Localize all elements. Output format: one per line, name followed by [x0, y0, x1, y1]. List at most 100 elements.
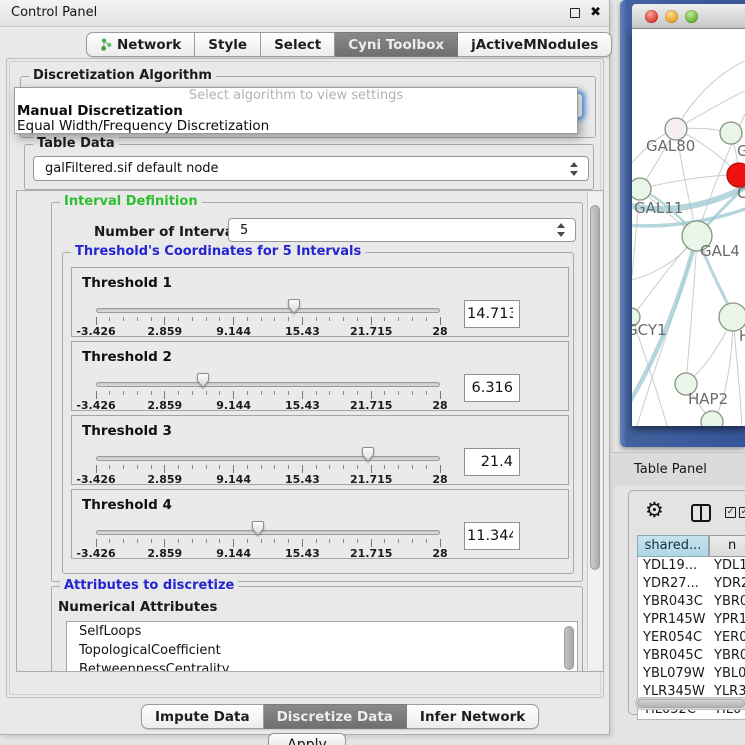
- table-row[interactable]: YDL19...YDL1: [638, 557, 745, 575]
- settings-scroll-area: Interval Definition Number of Intervals …: [16, 190, 604, 672]
- slider-track[interactable]: [96, 530, 440, 535]
- table-data-value: galFiltered.sif default node: [45, 157, 219, 180]
- combo-arrows-icon: [570, 162, 579, 176]
- numerical-attributes-list[interactable]: SelfLoops TopologicalCoefficient Between…: [66, 621, 578, 672]
- tab-infer-network[interactable]: Infer Network: [407, 704, 539, 729]
- table-row[interactable]: YDR27...YDR2: [638, 575, 745, 593]
- close-panel-icon[interactable]: ✖: [590, 4, 601, 22]
- threshold-2-slider[interactable]: -3.426 2.859 9.144 15.43 21.715 28: [96, 342, 440, 412]
- combo-arrows-icon: [557, 223, 566, 237]
- slider-tick-labels: -3.426 2.859 9.144 15.43 21.715 28: [96, 325, 440, 337]
- slider-ticks: [96, 391, 440, 399]
- threshold-2-value-input[interactable]: [464, 374, 520, 402]
- table-horizontal-scrollbar[interactable]: [635, 697, 745, 710]
- threshold-4-slider[interactable]: -3.426 2.859 9.144 15.43 21.715 28: [96, 490, 440, 560]
- slider-ticks: [96, 465, 440, 473]
- slider-thumb[interactable]: [361, 446, 375, 463]
- list-item[interactable]: BetweennessCentrality: [67, 660, 577, 672]
- slider-thumb[interactable]: [196, 372, 210, 389]
- checkbox-icon[interactable]: ✓: [739, 507, 745, 518]
- control-panel-tabs: Network Style Select Cyni Toolbox jActiv…: [86, 32, 612, 57]
- slider-thumb[interactable]: [251, 520, 265, 537]
- number-of-intervals-value: 5: [240, 219, 248, 242]
- tab-style[interactable]: Style: [195, 32, 261, 57]
- control-panel-title: Control Panel: [11, 0, 97, 26]
- table-data-group: Table Data galFiltered.sif default node: [24, 144, 594, 190]
- slider-thumb[interactable]: [287, 298, 301, 315]
- interval-definition-group: Interval Definition Number of Intervals …: [51, 202, 583, 582]
- screen: Control Panel ✖ Network Style Select Cyn…: [0, 0, 745, 745]
- threshold-2-panel: Threshold 2 -3.426 2.859: [71, 341, 569, 411]
- table-panel-window: ⚙ ✓ ✓ shared... n YDL19...YDL1 YDR27...Y…: [628, 490, 745, 715]
- tab-select[interactable]: Select: [261, 32, 335, 57]
- column-header-name[interactable]: n: [709, 535, 745, 557]
- popup-option-equal-width-frequency[interactable]: Equal Width/Frequency Discretization: [15, 119, 577, 134]
- minimize-traffic-light[interactable]: [665, 10, 678, 23]
- node-label: HAP2: [688, 390, 728, 408]
- column-header-shared-name[interactable]: shared...: [637, 535, 709, 557]
- network-node-bottom[interactable]: [701, 411, 723, 426]
- node-label: GAL4: [700, 242, 740, 260]
- popup-option-manual-discretization[interactable]: Manual Discretization: [15, 104, 577, 119]
- node-label: C: [737, 184, 745, 202]
- checkbox-icon[interactable]: ✓: [725, 507, 736, 518]
- table-row[interactable]: YER054CYER0: [638, 629, 745, 647]
- slider-ticks: [96, 539, 440, 547]
- threshold-4-value-input[interactable]: [464, 522, 520, 550]
- control-panel-titlebar: Control Panel ✖: [0, 0, 609, 27]
- list-scrollbar-thumb[interactable]: [564, 626, 574, 670]
- split-columns-icon[interactable]: [691, 504, 711, 522]
- network-canvas[interactable]: GAL80 G C GAL11 GAL4 GCY1 H HAP2: [632, 29, 745, 426]
- apply-button[interactable]: Apply: [268, 733, 346, 745]
- slider-track[interactable]: [96, 456, 440, 461]
- tab-discretize-data[interactable]: Discretize Data: [264, 704, 407, 729]
- table-row[interactable]: YBR043CYBR0: [638, 593, 745, 611]
- node-label: H: [739, 327, 745, 345]
- list-item[interactable]: TopologicalCoefficient: [67, 641, 577, 660]
- number-of-intervals-combobox[interactable]: 5: [228, 218, 576, 242]
- popup-hint: Select algorithm to view settings: [15, 88, 577, 104]
- attributes-group-title: Attributes to discretize: [60, 578, 238, 593]
- threshold-1-value-input[interactable]: [464, 300, 520, 328]
- table-row[interactable]: YBL079WYBL0: [638, 665, 745, 683]
- thresholds-group-title: Threshold's Coordinates for 5 Intervals: [71, 244, 365, 259]
- network-view-window: GAL80 G C GAL11 GAL4 GCY1 H HAP2: [620, 0, 745, 447]
- table-header-row: shared... n: [637, 535, 745, 557]
- network-node-g[interactable]: [720, 122, 742, 144]
- table-body: YDL19...YDL1 YDR27...YDR2 YBR043CYBR0 YP…: [637, 557, 745, 720]
- list-item[interactable]: SelfLoops: [67, 622, 577, 641]
- threshold-4-panel: Threshold 4 -3.426 2.859: [71, 489, 569, 559]
- threshold-3-slider[interactable]: -3.426 2.859 9.144 15.43 21.715 28: [96, 416, 440, 486]
- settings-scrollbar[interactable]: [587, 192, 602, 670]
- zoom-traffic-light[interactable]: [685, 10, 698, 23]
- tab-cyni-toolbox[interactable]: Cyni Toolbox: [335, 32, 458, 57]
- table-row[interactable]: YPR145WYPR1: [638, 611, 745, 629]
- tab-network[interactable]: Network: [86, 32, 195, 57]
- node-label: GCY1: [632, 321, 667, 339]
- interval-definition-title: Interval Definition: [60, 194, 202, 209]
- gear-icon[interactable]: ⚙: [645, 497, 664, 523]
- table-horizontal-scrollbar-thumb[interactable]: [637, 699, 745, 708]
- list-scrollbar[interactable]: [563, 624, 575, 672]
- slider-ticks: [96, 317, 440, 325]
- network-graph: GAL80 G C GAL11 GAL4 GCY1 H HAP2: [632, 29, 745, 426]
- tab-jactivemnodules[interactable]: jActiveMNodules: [458, 32, 612, 57]
- table-row[interactable]: YBR045CYBR0: [638, 647, 745, 665]
- close-traffic-light[interactable]: [645, 10, 658, 23]
- cyni-bottom-tabs: Impute Data Discretize Data Infer Networ…: [141, 704, 539, 729]
- slider-tick-labels: -3.426 2.859 9.144 15.43 21.715 28: [96, 473, 440, 485]
- table-data-combobox[interactable]: galFiltered.sif default node: [33, 156, 589, 181]
- slider-track[interactable]: [96, 308, 440, 313]
- threshold-1-slider[interactable]: -3.426 2.859 9.144 15.43 21.715 28: [96, 268, 440, 338]
- settings-scrollbar-thumb[interactable]: [590, 205, 600, 570]
- threshold-3-value-input[interactable]: [464, 448, 520, 476]
- node-label: GAL11: [634, 199, 683, 217]
- tab-impute-data[interactable]: Impute Data: [141, 704, 264, 729]
- network-window-titlebar[interactable]: [632, 4, 745, 29]
- slider-track[interactable]: [96, 382, 440, 387]
- float-window-icon[interactable]: [570, 8, 580, 18]
- table-panel-title: Table Panel: [634, 453, 707, 486]
- network-node-gal11[interactable]: [632, 178, 651, 200]
- discretization-algorithm-title: Discretization Algorithm: [29, 68, 216, 83]
- number-of-intervals-label: Number of Intervals: [94, 224, 246, 240]
